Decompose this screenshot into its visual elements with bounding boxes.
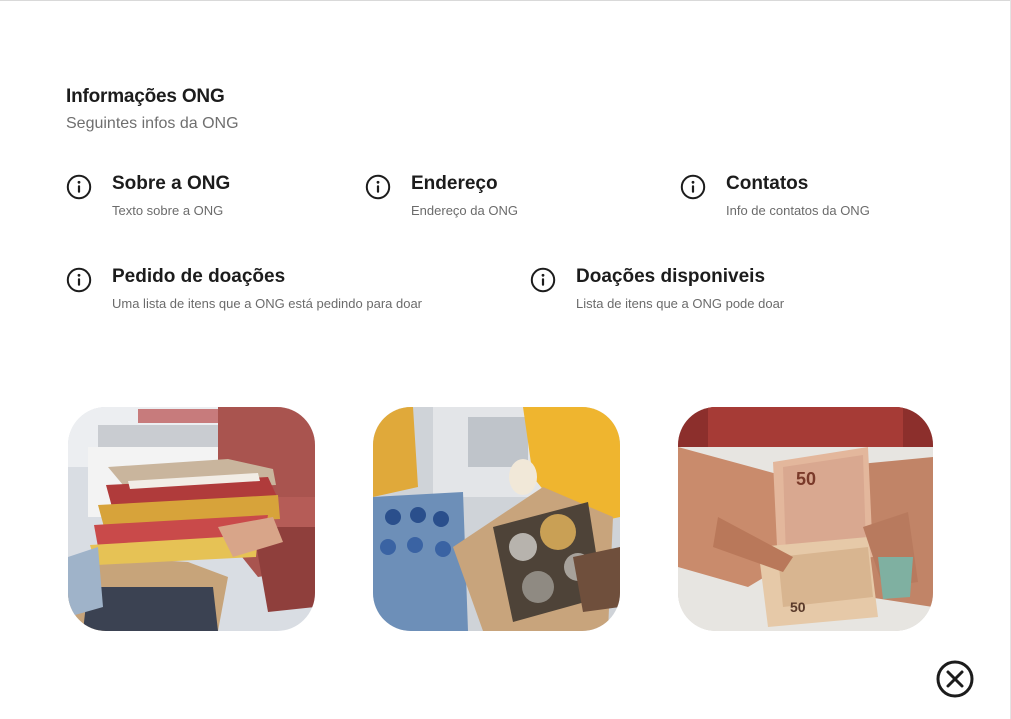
info-item-doacoes-disponiveis: Doações disponiveis Lista de itens que a… xyxy=(530,266,784,311)
svg-text:50: 50 xyxy=(790,599,806,615)
page-header: Informações ONG Seguintes infos da ONG xyxy=(66,86,239,133)
info-description: Endereço da ONG xyxy=(411,203,518,218)
money-donation-photo: 50 50 xyxy=(678,407,933,631)
page-title: Informações ONG xyxy=(66,86,225,107)
close-button[interactable] xyxy=(935,659,975,699)
info-icon xyxy=(365,174,391,200)
info-description: Lista de itens que a ONG pode doar xyxy=(576,296,785,311)
info-item-pedido-doacoes: Pedido de doações Uma lista de itens que… xyxy=(66,266,422,311)
info-description: Uma lista de itens que a ONG está pedind… xyxy=(112,296,423,311)
info-item-sobre: Sobre a ONG Texto sobre a ONG xyxy=(66,173,230,218)
info-item-endereco: Endereço Endereço da ONG xyxy=(365,173,518,218)
info-title: Pedido de doações xyxy=(112,266,286,287)
page-subtitle: Seguintes infos da ONG xyxy=(66,115,239,132)
info-title: Sobre a ONG xyxy=(112,173,231,194)
info-title: Doações disponiveis xyxy=(576,266,766,287)
food-donation-photo xyxy=(373,407,620,631)
close-circle-icon xyxy=(936,660,974,698)
frame-border-top xyxy=(0,0,1011,1)
info-description: Texto sobre a ONG xyxy=(112,203,224,218)
info-icon xyxy=(680,174,706,200)
info-title: Endereço xyxy=(411,173,498,194)
info-item-contatos: Contatos Info de contatos da ONG xyxy=(680,173,870,218)
info-icon xyxy=(66,267,92,293)
info-description: Info de contatos da ONG xyxy=(726,203,870,218)
info-icon xyxy=(530,267,556,293)
info-title: Contatos xyxy=(726,173,809,194)
clothes-donation-photo xyxy=(68,407,315,631)
svg-text:50: 50 xyxy=(796,469,816,489)
info-icon xyxy=(66,174,92,200)
